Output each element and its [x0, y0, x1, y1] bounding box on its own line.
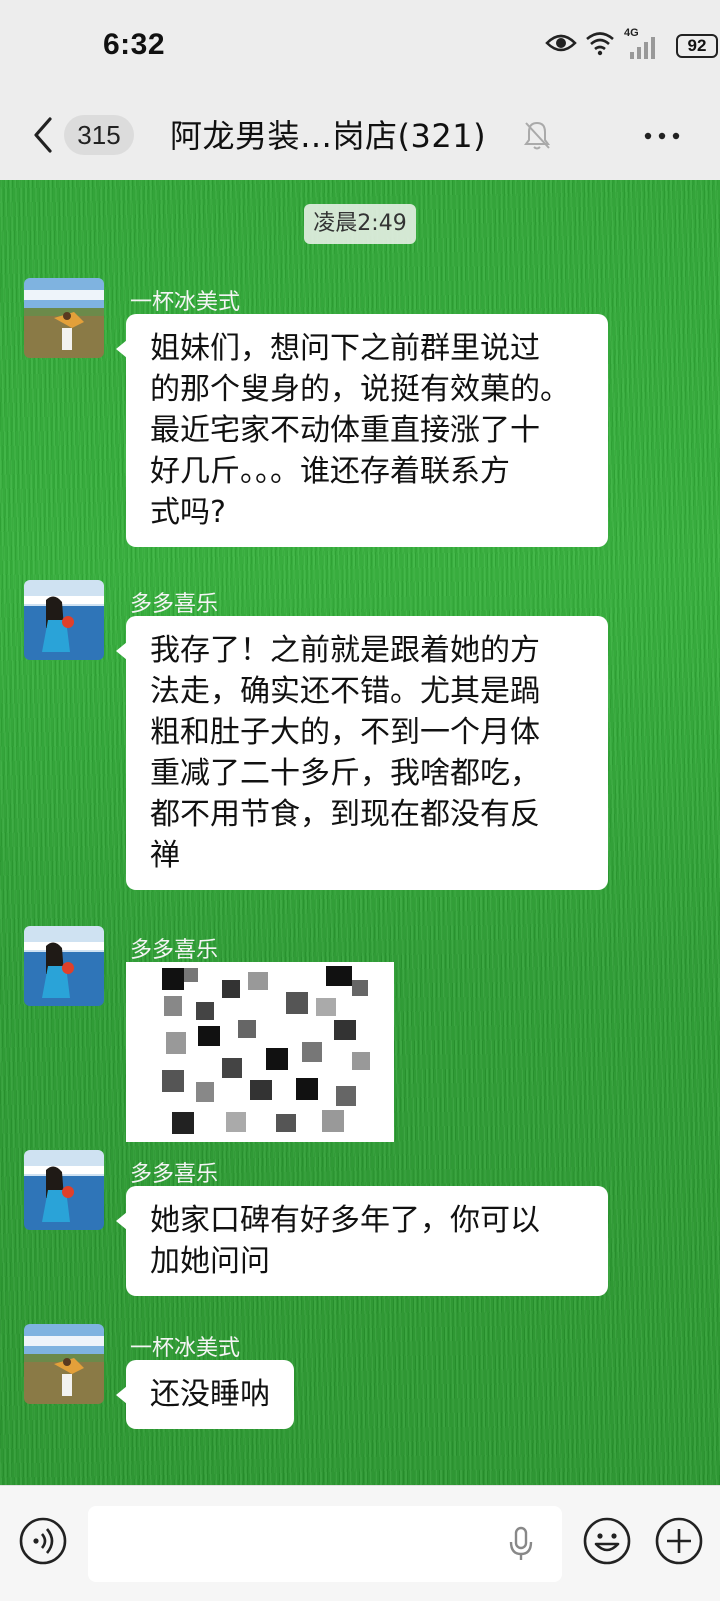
- message-line: 粗和肚子大的，不到一个月体: [150, 715, 540, 750]
- message-line: 式吗?: [150, 495, 226, 530]
- chat-header: 315 阿龙男装…岗店(321): [0, 95, 720, 180]
- eye-icon: [545, 34, 577, 52]
- plus-icon[interactable]: [654, 1516, 704, 1566]
- unread-count-badge[interactable]: 315: [64, 115, 134, 155]
- message-line: 姐妹们，想问下之前群里说过: [150, 331, 540, 366]
- message-line: 重减了二十多斤，我啥都吃，: [150, 756, 540, 791]
- message-bubble[interactable]: 她家口碑有好多年了，你可以 加她问问: [116, 1186, 608, 1296]
- sender-name: 一杯冰美式: [130, 1336, 241, 1361]
- wifi-icon: [586, 32, 614, 56]
- avatar[interactable]: [24, 1150, 104, 1230]
- input-bar: [0, 1485, 720, 1601]
- message-line: 好几斤。。。谁还存着联系方: [150, 454, 510, 489]
- message-input[interactable]: [88, 1506, 562, 1582]
- mute-icon: [524, 121, 550, 150]
- signal-icon: [630, 37, 655, 59]
- pixelated-qr-image[interactable]: [126, 962, 394, 1142]
- avatar[interactable]: [24, 1324, 104, 1404]
- status-bar: 6:32 4G 92: [0, 0, 720, 95]
- avatar[interactable]: [24, 278, 104, 358]
- message-line: 都不用节食，到现在都没有反: [150, 797, 540, 832]
- message-line: 禅: [150, 838, 180, 873]
- sender-name: 多多喜乐: [130, 1162, 219, 1187]
- emoji-icon[interactable]: [582, 1516, 632, 1566]
- message-line: 她家口碑有好多年了，你可以: [150, 1203, 540, 1238]
- message-line: 的那个叟身的，说挺有效菓的。: [150, 372, 570, 407]
- message-line: 我存了！之前就是跟着她的方: [150, 633, 540, 668]
- avatar[interactable]: [24, 926, 104, 1006]
- message-line: 最近宅家不动体重直接涨了十: [150, 413, 540, 448]
- message-line: 加她问问: [150, 1244, 270, 1279]
- sender-name: 多多喜乐: [130, 938, 219, 963]
- message-bubble[interactable]: 我存了！之前就是跟着她的方 法走，确实还不错。尤其是踻 粗和肚子大的，不到一个月…: [116, 616, 608, 890]
- message-bubble[interactable]: 还没睡呐: [116, 1360, 294, 1429]
- more-icon[interactable]: [644, 131, 680, 141]
- message-bubble[interactable]: 姐妹们，想问下之前群里说过 的那个叟身的，说挺有效菓的。 最近宅家不动体重直接涨…: [116, 314, 608, 547]
- status-time: 6:32: [103, 28, 166, 61]
- timestamp: 凌晨2:49: [304, 204, 416, 244]
- message-line: 法走，确实还不错。尤其是踻: [150, 674, 540, 709]
- battery-icon: 92: [676, 34, 718, 58]
- chat-title[interactable]: 阿龙男装…岗店(321): [170, 111, 486, 157]
- mic-icon[interactable]: [508, 1526, 534, 1562]
- avatar[interactable]: [24, 580, 104, 660]
- voice-icon[interactable]: [18, 1516, 68, 1566]
- back-icon[interactable]: [30, 113, 56, 157]
- chat-area[interactable]: 凌晨2:49 一杯冰美式 姐妹们，想问下之前群里说过 的那个叟身的，说挺有效菓的…: [0, 180, 720, 1485]
- sender-name: 一杯冰美式: [130, 290, 241, 315]
- message-line: 还没睡呐: [150, 1377, 270, 1412]
- sender-name: 多多喜乐: [130, 592, 219, 617]
